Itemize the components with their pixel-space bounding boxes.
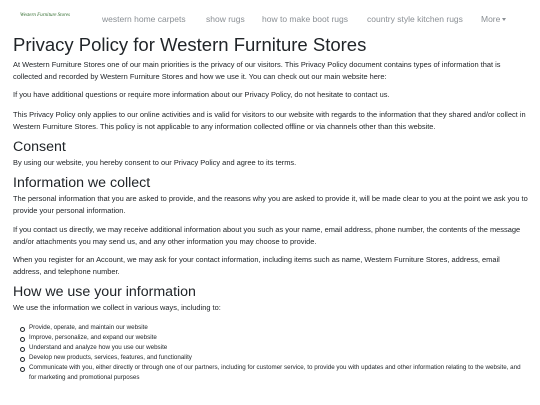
- nav-link-western-home-carpets[interactable]: western home carpets: [102, 14, 186, 24]
- list-item: Understand and analyze how you use our w…: [18, 343, 528, 353]
- site-logo[interactable]: Western Furniture Stores: [20, 13, 70, 18]
- collect-heading: Information we collect: [13, 175, 151, 192]
- consent-heading: Consent: [13, 139, 66, 156]
- nav-more-label: More: [481, 14, 501, 24]
- list-item: Communicate with you, either directly or…: [18, 363, 528, 383]
- list-item: Provide, operate, and maintain our websi…: [18, 323, 528, 333]
- list-item: Develop new products, services, features…: [18, 353, 528, 363]
- nav-more-dropdown[interactable]: More: [481, 14, 507, 24]
- use-heading: How we use your information: [13, 284, 196, 301]
- collect-paragraph: The personal information that you are as…: [13, 194, 528, 216]
- use-list: Provide, operate, and maintain our websi…: [18, 323, 528, 383]
- collect-paragraph: If you contact us directly, we may recei…: [13, 224, 521, 246]
- nav-link-show-rugs[interactable]: show rugs: [206, 14, 245, 24]
- collect-paragraph: When you register for an Account, we may…: [13, 255, 500, 277]
- intro-paragraph: If you have additional questions or requ…: [13, 90, 390, 100]
- nav-link-country-style-kitchen-rugs[interactable]: country style kitchen rugs: [367, 14, 463, 24]
- navbar: Western Furniture Stores western home ca…: [0, 0, 540, 36]
- use-intro: We use the information we collect in var…: [13, 303, 221, 313]
- consent-text: By using our website, you hereby consent…: [13, 158, 297, 168]
- nav-link-how-to-make-boot-rugs[interactable]: how to make boot rugs: [262, 14, 348, 24]
- page-title: Privacy Policy for Western Furniture Sto…: [13, 34, 367, 55]
- list-item: Improve, personalize, and expand our web…: [18, 333, 528, 343]
- intro-paragraph: This Privacy Policy only applies to our …: [13, 109, 526, 131]
- chevron-down-icon: [502, 18, 507, 21]
- intro-paragraph: At Western Furniture Stores one of our m…: [13, 60, 501, 82]
- page-content: Privacy Policy for Western Furniture Sto…: [13, 34, 528, 383]
